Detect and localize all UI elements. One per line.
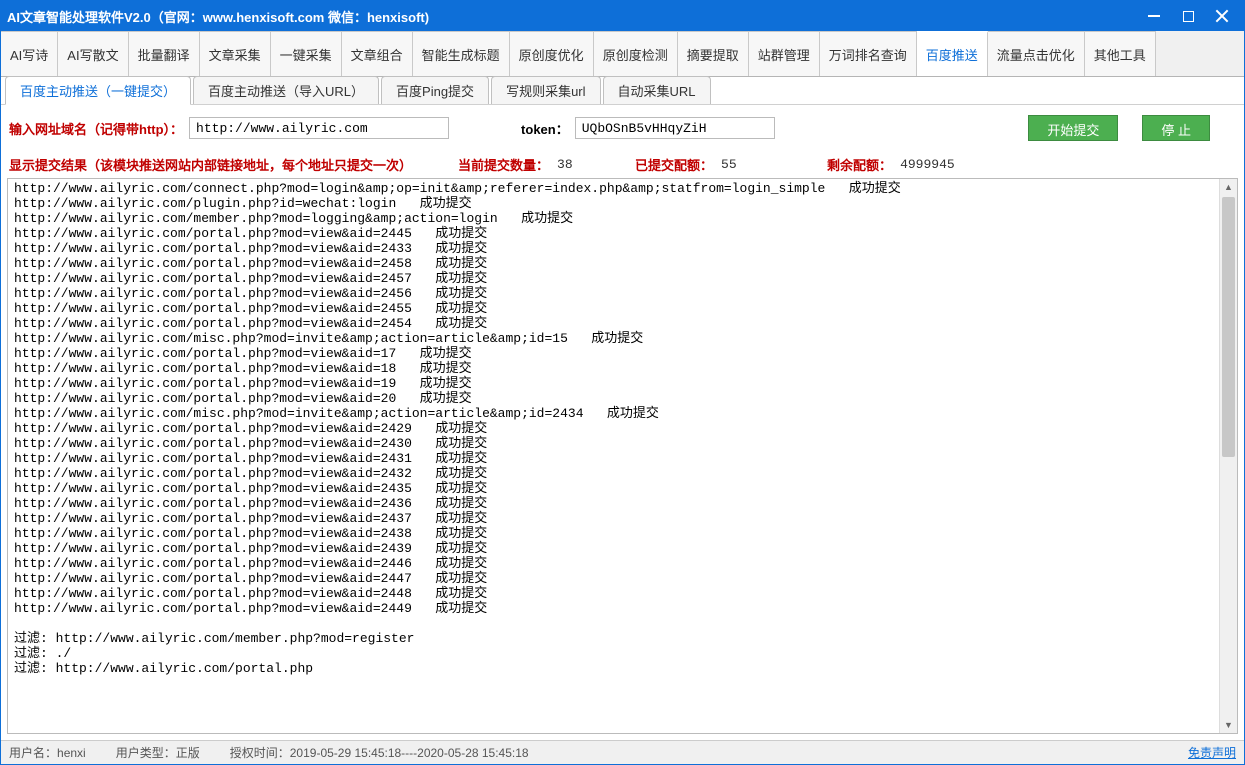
statusbar: 用户名：henxi 用户类型：正版 授权时间：2019-05-29 15:45:…	[1, 740, 1244, 764]
main-tab-6[interactable]: 智能生成标题	[413, 31, 510, 76]
main-tab-10[interactable]: 站群管理	[749, 31, 820, 76]
result-title: 显示提交结果（该模块推送网站内部链接地址，每个地址只提交一次）	[9, 155, 412, 174]
sub-tab-4[interactable]: 自动采集URL	[603, 76, 711, 104]
main-tab-7[interactable]: 原创度优化	[510, 31, 594, 76]
window-controls	[1146, 8, 1238, 24]
domain-input[interactable]	[189, 117, 449, 139]
input-row: 输入网址域名（记得带http）： token： 开始提交 停 止	[1, 105, 1244, 151]
current-count-value: 38	[557, 157, 627, 172]
domain-label: 输入网址域名（记得带http）：	[9, 119, 183, 138]
remain-quota-value: 4999945	[900, 157, 955, 172]
titlebar: AI文章智能处理软件V2.0（官网：www.henxisoft.com 微信：h…	[1, 1, 1244, 31]
main-tab-11[interactable]: 万词排名查询	[820, 31, 917, 76]
close-button[interactable]	[1214, 8, 1230, 24]
sub-tabs: 百度主动推送（一键提交）百度主动推送（导入URL）百度Ping提交写规则采集ur…	[1, 77, 1244, 105]
done-quota-value: 55	[721, 157, 791, 172]
maximize-button[interactable]	[1180, 8, 1196, 24]
main-tab-0[interactable]: AI写诗	[1, 31, 58, 76]
main-tab-12[interactable]: 百度推送	[917, 31, 988, 76]
main-tab-2[interactable]: 批量翻译	[129, 31, 200, 76]
main-tab-14[interactable]: 其他工具	[1085, 31, 1156, 76]
status-user: 用户名：henxi	[9, 744, 86, 761]
stop-button[interactable]: 停 止	[1142, 115, 1210, 141]
status-type: 用户类型：正版	[116, 744, 200, 761]
scrollbar[interactable]: ▲ ▼	[1219, 179, 1237, 733]
remain-quota-label: 剩余配额：	[827, 155, 892, 174]
main-tabs: AI写诗AI写散文批量翻译文章采集一键采集文章组合智能生成标题原创度优化原创度检…	[1, 31, 1244, 77]
main-tab-9[interactable]: 摘要提取	[678, 31, 749, 76]
token-label: token：	[521, 119, 569, 138]
main-tab-1[interactable]: AI写散文	[58, 31, 128, 76]
sub-tab-2[interactable]: 百度Ping提交	[381, 76, 489, 104]
main-tab-3[interactable]: 文章采集	[200, 31, 271, 76]
start-submit-button[interactable]: 开始提交	[1028, 115, 1118, 141]
scroll-down-icon[interactable]: ▼	[1220, 717, 1237, 733]
sub-tab-1[interactable]: 百度主动推送（导入URL）	[193, 76, 379, 104]
main-tab-13[interactable]: 流量点击优化	[988, 31, 1085, 76]
close-icon	[1215, 9, 1229, 23]
result-header: 显示提交结果（该模块推送网站内部链接地址，每个地址只提交一次） 当前提交数量： …	[1, 151, 1244, 178]
sub-tab-0[interactable]: 百度主动推送（一键提交）	[5, 76, 191, 105]
status-auth: 授权时间：2019-05-29 15:45:18----2020-05-28 1…	[230, 744, 529, 761]
main-tab-8[interactable]: 原创度检测	[594, 31, 678, 76]
done-quota-label: 已提交配额：	[635, 155, 713, 174]
minimize-button[interactable]	[1146, 8, 1162, 24]
scrollbar-thumb[interactable]	[1222, 197, 1235, 457]
sub-tab-3[interactable]: 写规则采集url	[491, 76, 600, 104]
window-title: AI文章智能处理软件V2.0（官网：www.henxisoft.com 微信：h…	[7, 7, 1146, 26]
main-tab-5[interactable]: 文章组合	[342, 31, 413, 76]
disclaimer-link[interactable]: 免责声明	[1188, 744, 1236, 761]
current-count-label: 当前提交数量：	[458, 155, 549, 174]
main-tab-4[interactable]: 一键采集	[271, 31, 342, 76]
maximize-icon	[1183, 11, 1194, 22]
minimize-icon	[1148, 15, 1160, 17]
log-area: http://www.ailyric.com/connect.php?mod=l…	[7, 178, 1238, 734]
log-content[interactable]: http://www.ailyric.com/connect.php?mod=l…	[8, 179, 1219, 733]
scroll-up-icon[interactable]: ▲	[1220, 179, 1237, 195]
token-input[interactable]	[575, 117, 775, 139]
app-window: AI文章智能处理软件V2.0（官网：www.henxisoft.com 微信：h…	[0, 0, 1245, 765]
